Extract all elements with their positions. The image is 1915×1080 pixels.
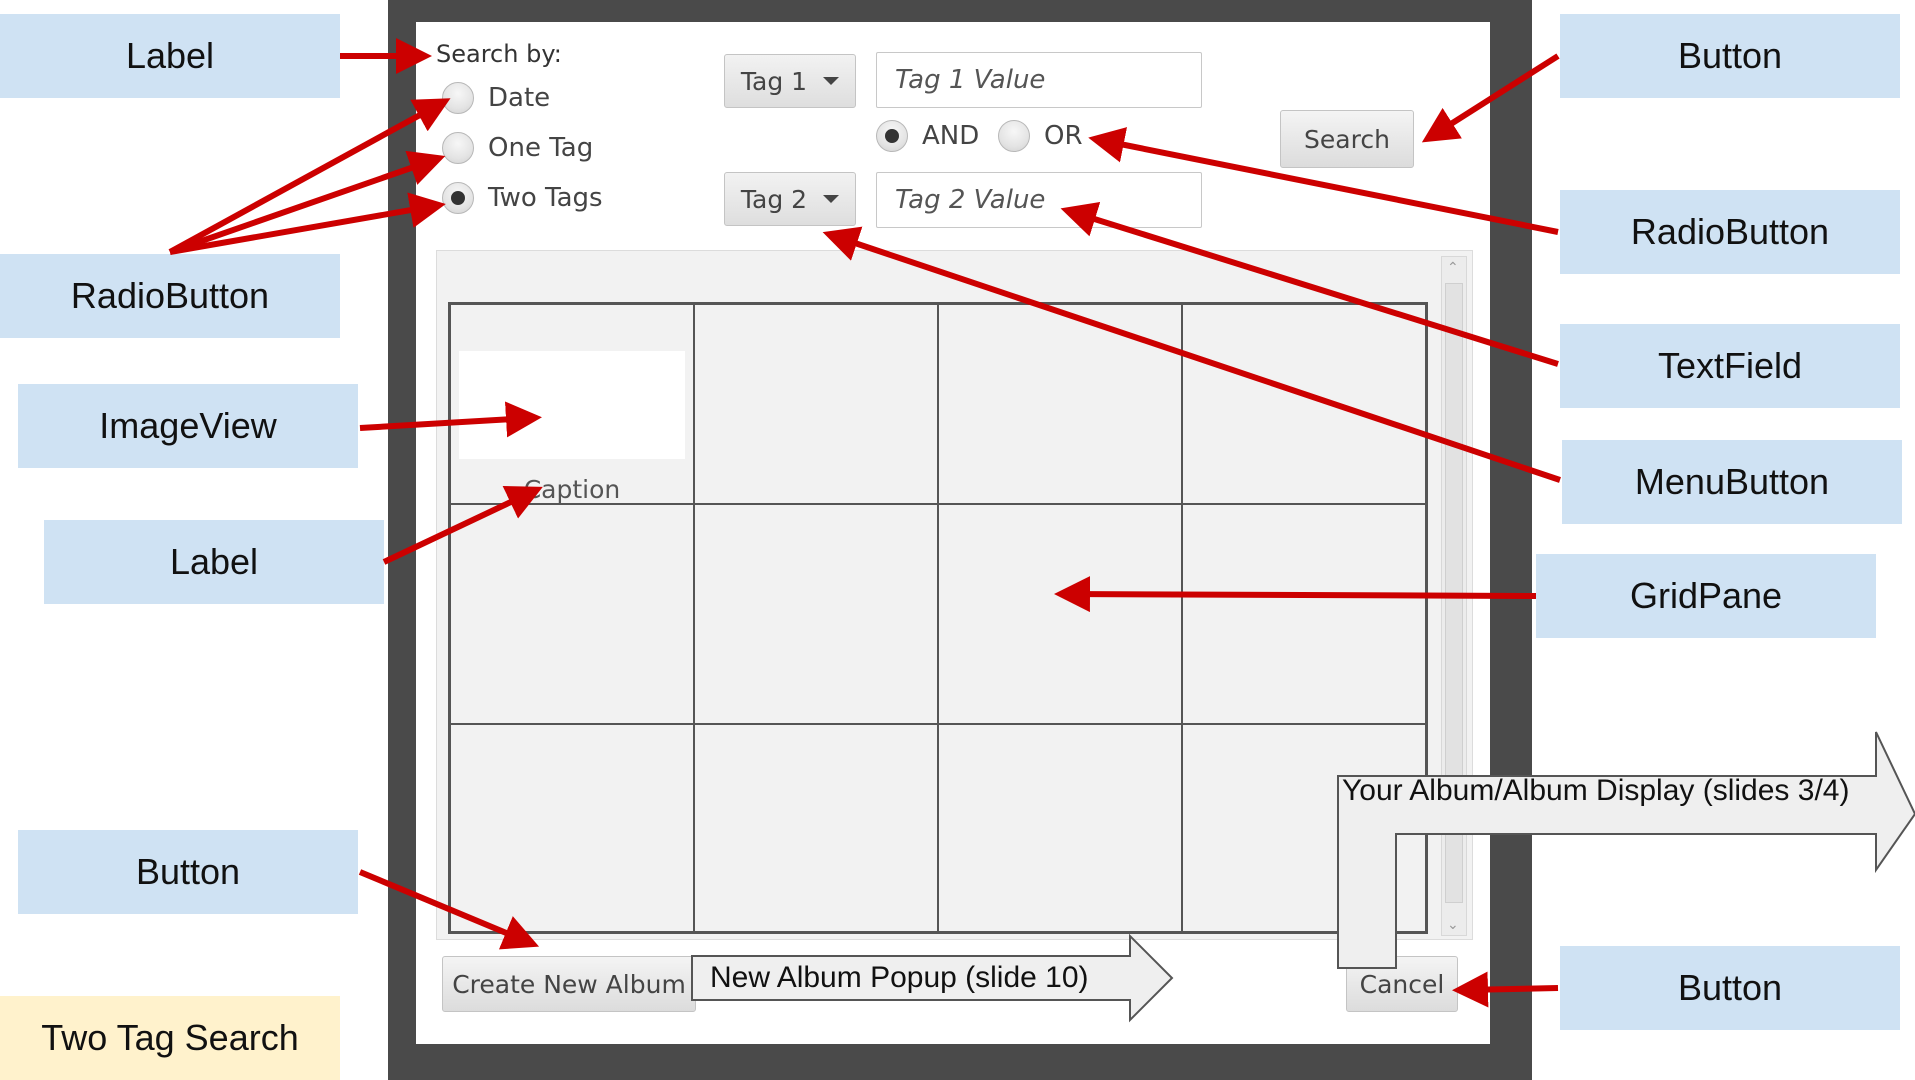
- arrow-or-radio: [1088, 127, 1559, 235]
- arrow-imageview: [359, 401, 542, 438]
- arrow-caption: [382, 485, 543, 565]
- arrow-menubutton: [822, 226, 1561, 483]
- album-display-nav-text: Your Album/Album Display (slides 3/4): [1342, 774, 1850, 807]
- annotation-arrows: [168, 38, 1915, 1023]
- arrow-search: [1421, 53, 1560, 143]
- arrow-radio-one-tag: [169, 150, 446, 255]
- arrow-gridpane: [1054, 576, 1537, 613]
- arrow-create-album: [358, 869, 540, 950]
- album-display-nav-arrow: [1337, 731, 1915, 969]
- new-album-nav-text: New Album Popup (slide 10): [710, 961, 1089, 994]
- arrow-cancel: [1452, 971, 1559, 1008]
